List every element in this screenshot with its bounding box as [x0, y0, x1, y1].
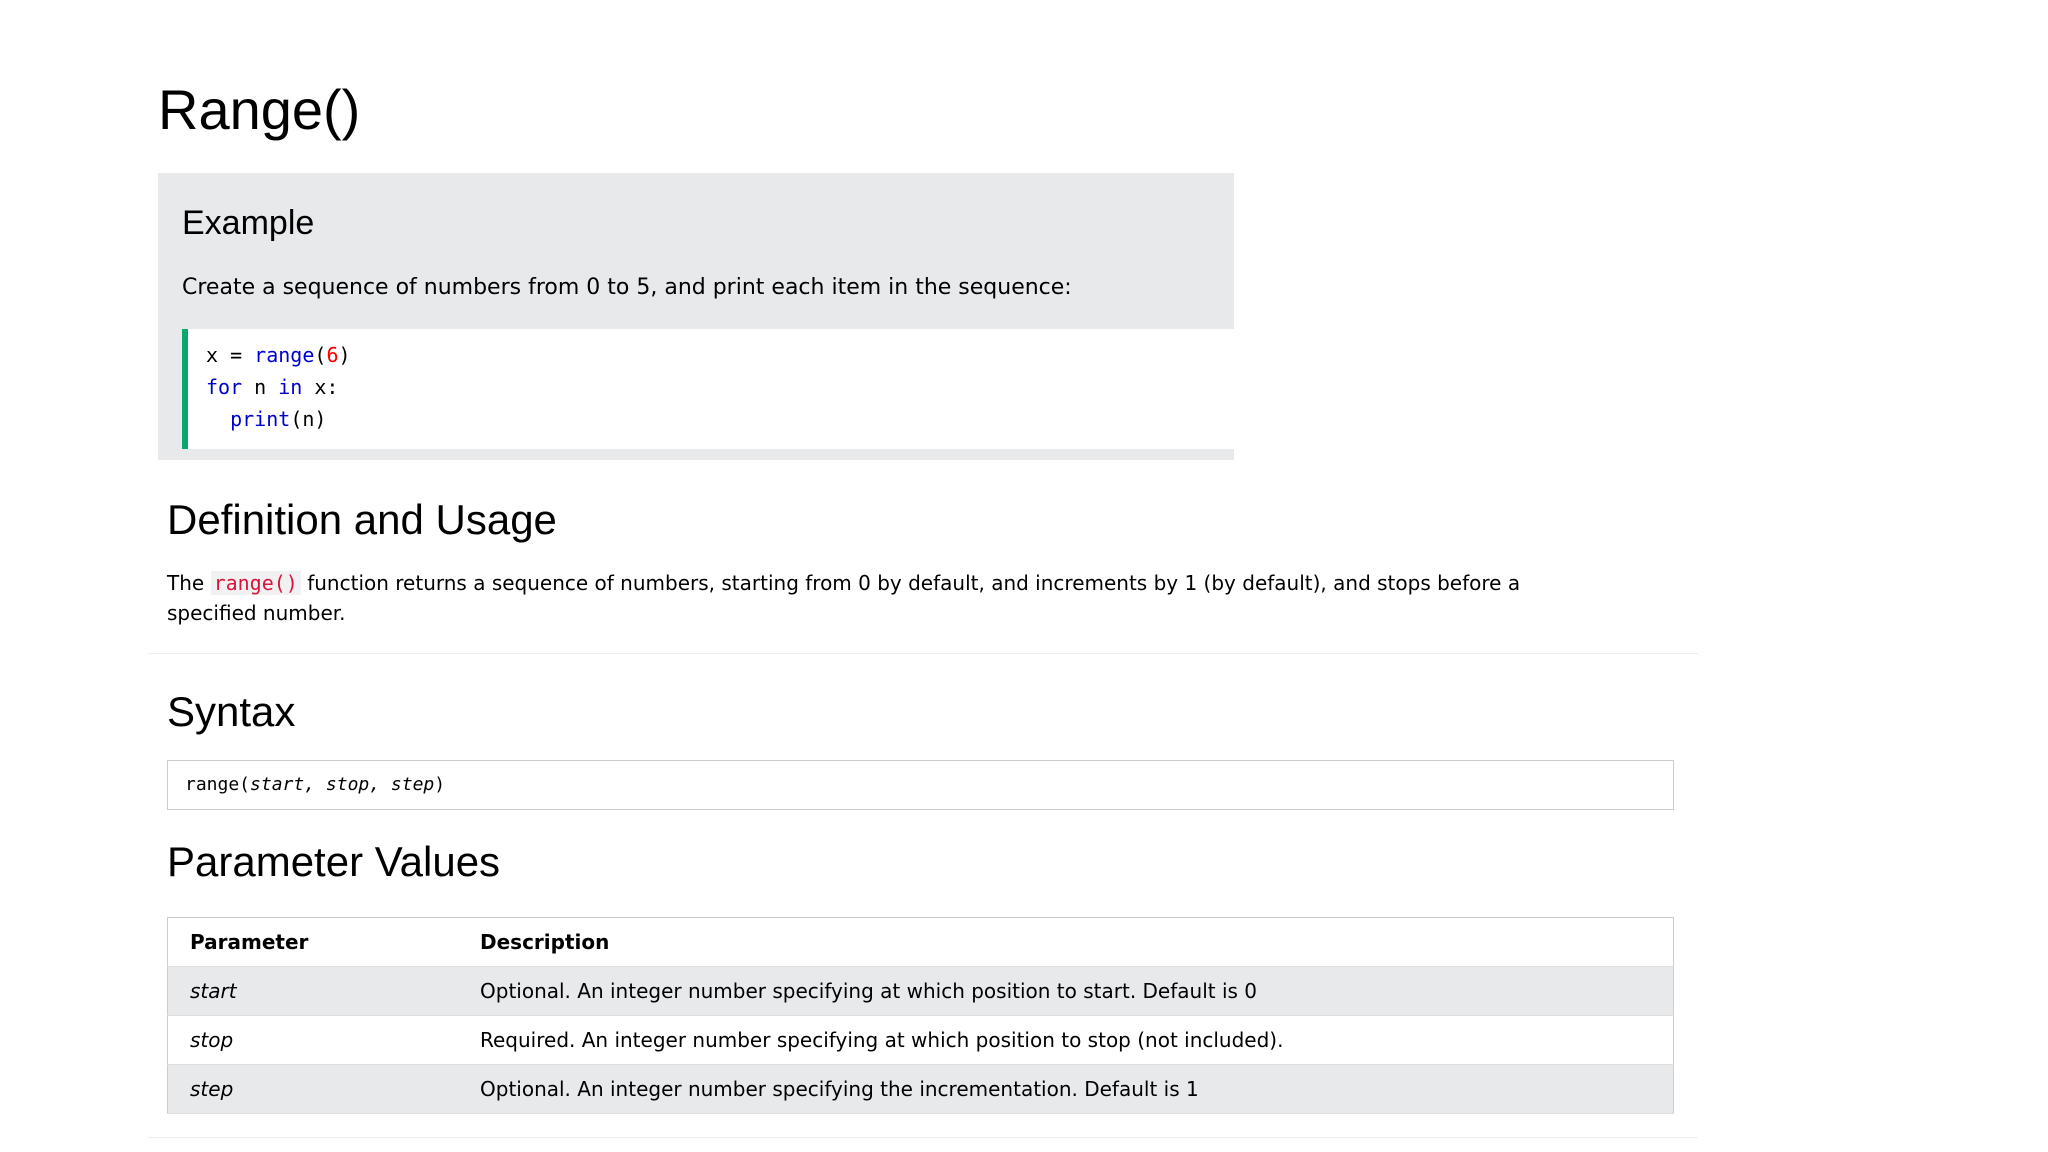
definition-heading: Definition and Usage — [167, 496, 557, 543]
parameter-name: stop — [167, 1015, 458, 1065]
inline-code: range() — [210, 571, 301, 595]
code-line: print(n) — [206, 403, 1234, 435]
code-line: x = range(6) — [206, 339, 1234, 371]
syntax-box: range(start, stop, step) — [167, 760, 1674, 810]
code-token: range — [254, 343, 315, 367]
syntax-heading: Syntax — [167, 688, 296, 735]
example-box: Example Create a sequence of numbers fro… — [158, 173, 1234, 460]
section-divider — [148, 653, 1698, 654]
code-token: for — [206, 375, 243, 399]
syntax-close: ) — [434, 774, 446, 795]
code-example: x = range(6) for n in x: print(n) — [182, 329, 1234, 449]
parameter-description: Optional. An integer number specifying a… — [458, 966, 1674, 1016]
definition-text: The range() function returns a sequence … — [167, 568, 1587, 628]
parameter-description: Optional. An integer number specifying t… — [458, 1064, 1674, 1114]
definition-prefix: The — [167, 571, 211, 595]
code-token: ) — [338, 343, 351, 367]
syntax-args: start, stop, step — [250, 774, 435, 795]
section-divider — [148, 1137, 1698, 1138]
code-token: in — [278, 375, 303, 399]
parameter-name: step — [167, 1064, 458, 1114]
table-row: step Optional. An integer number specify… — [167, 1064, 1674, 1114]
table-row: start Optional. An integer number specif… — [167, 966, 1674, 1016]
code-token: x: — [302, 375, 339, 399]
page-title: Range() — [158, 78, 361, 141]
parameter-values-heading: Parameter Values — [167, 838, 501, 885]
code-token: 6 — [326, 343, 339, 367]
code-token: = — [218, 343, 255, 367]
code-token: (n) — [290, 407, 327, 431]
parameter-table: Parameter Description start Optional. An… — [167, 917, 1674, 1114]
code-token: n — [242, 375, 279, 399]
table-header: Description — [458, 917, 1674, 967]
code-token: print — [230, 407, 291, 431]
code-token: ( — [314, 343, 327, 367]
example-heading: Example — [182, 204, 315, 242]
parameter-description: Required. An integer number specifying a… — [458, 1015, 1674, 1065]
code-token: x — [206, 343, 219, 367]
definition-suffix: function returns a sequence of numbers, … — [167, 571, 1521, 625]
parameter-name: start — [167, 966, 458, 1016]
syntax-fn: range( — [185, 774, 251, 795]
table-header-row: Parameter Description — [167, 917, 1674, 967]
table-header: Parameter — [167, 917, 458, 967]
table-row: stop Required. An integer number specify… — [167, 1015, 1674, 1065]
example-description: Create a sequence of numbers from 0 to 5… — [182, 275, 1072, 300]
code-line: for n in x: — [206, 371, 1234, 403]
